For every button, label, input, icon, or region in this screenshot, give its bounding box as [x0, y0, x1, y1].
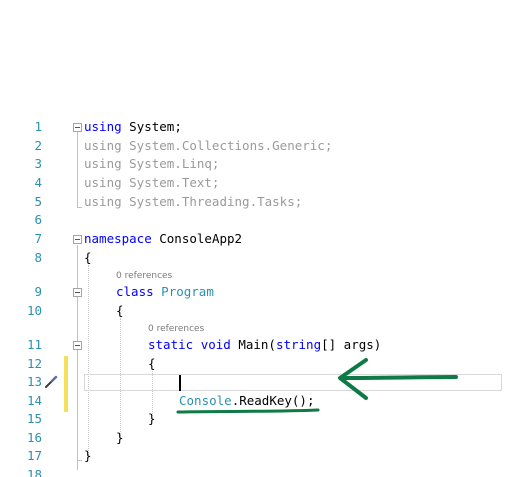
underline-annotation — [176, 408, 320, 414]
code-editor[interactable]: 1 2 3 4 5 6 7 8 9 10 11 12 13 14 15 16 1… — [0, 110, 505, 477]
arrow-annotation — [176, 358, 458, 414]
